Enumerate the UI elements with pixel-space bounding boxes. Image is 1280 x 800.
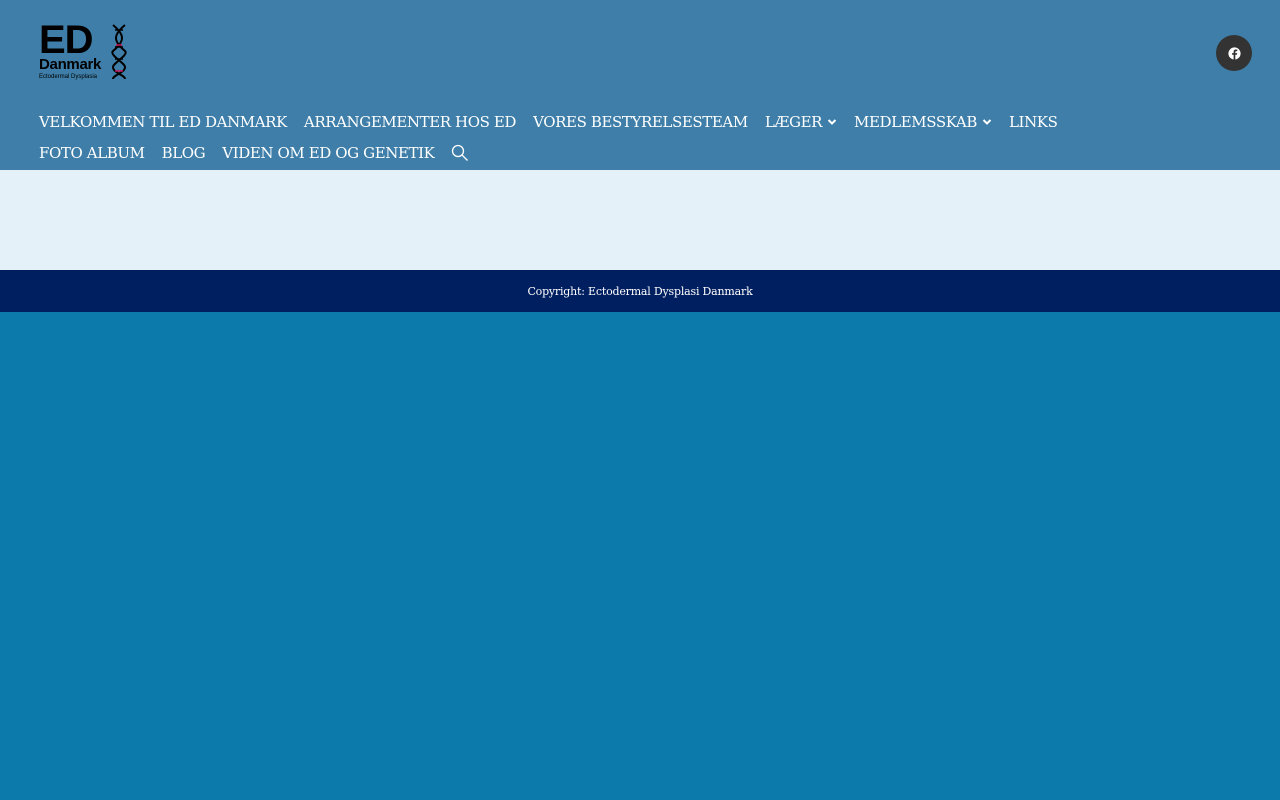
nav-item-label: VORES BESTYRELSESTEAM [533, 112, 748, 131]
nav-item-velkommen[interactable]: VELKOMMEN TIL ED DANMARK [39, 106, 287, 137]
nav-item-viden-om-ed[interactable]: VIDEN OM ED OG GENETIK [222, 137, 435, 168]
site-footer: Copyright: Ectodermal Dysplasi Danmark [0, 270, 1280, 312]
nav-item-blog[interactable]: BLOG [162, 137, 206, 168]
nav-item-label: MEDLEMSSKAB [854, 112, 977, 131]
logo-danmark-text: Danmark [39, 56, 102, 73]
copyright-text: Copyright: Ectodermal Dysplasi Danmark [527, 284, 753, 298]
nav-item-links[interactable]: LINKS [1009, 106, 1058, 137]
nav-search-button[interactable] [451, 137, 469, 168]
site-header: ED Danmark Ectodermal Dysplasia VELKOMME… [0, 0, 1280, 170]
main-content [0, 170, 1280, 270]
nav-item-label: VELKOMMEN TIL ED DANMARK [39, 112, 287, 131]
logo-subtitle: Ectodermal Dysplasia [39, 74, 98, 80]
logo-ed-text: ED [39, 18, 94, 62]
nav-item-label: LÆGER [764, 112, 823, 131]
main-navigation: VELKOMMEN TIL ED DANMARK ARRANGEMENTER H… [39, 106, 1149, 168]
nav-item-bestyrelsesteam[interactable]: VORES BESTYRELSESTEAM [533, 106, 748, 137]
chevron-down-icon [827, 118, 837, 126]
search-icon [452, 144, 469, 161]
nav-item-label: FOTO ALBUM [39, 143, 145, 162]
site-logo[interactable]: ED Danmark Ectodermal Dysplasia [39, 18, 129, 82]
facebook-icon [1227, 46, 1241, 60]
chevron-down-icon [982, 118, 992, 126]
nav-item-laeger[interactable]: LÆGER [765, 106, 837, 137]
nav-item-label: LINKS [1008, 112, 1058, 131]
nav-item-label: VIDEN OM ED OG GENETIK [222, 143, 435, 162]
nav-item-label: BLOG [161, 143, 206, 162]
nav-item-arrangementer[interactable]: ARRANGEMENTER HOS ED [303, 106, 517, 137]
nav-item-label: ARRANGEMENTER HOS ED [303, 112, 517, 131]
nav-item-foto-album[interactable]: FOTO ALBUM [39, 137, 145, 168]
nav-item-medlemsskab[interactable]: MEDLEMSSKAB [854, 106, 992, 137]
dna-helix-icon [111, 24, 127, 80]
facebook-button[interactable] [1216, 35, 1252, 71]
